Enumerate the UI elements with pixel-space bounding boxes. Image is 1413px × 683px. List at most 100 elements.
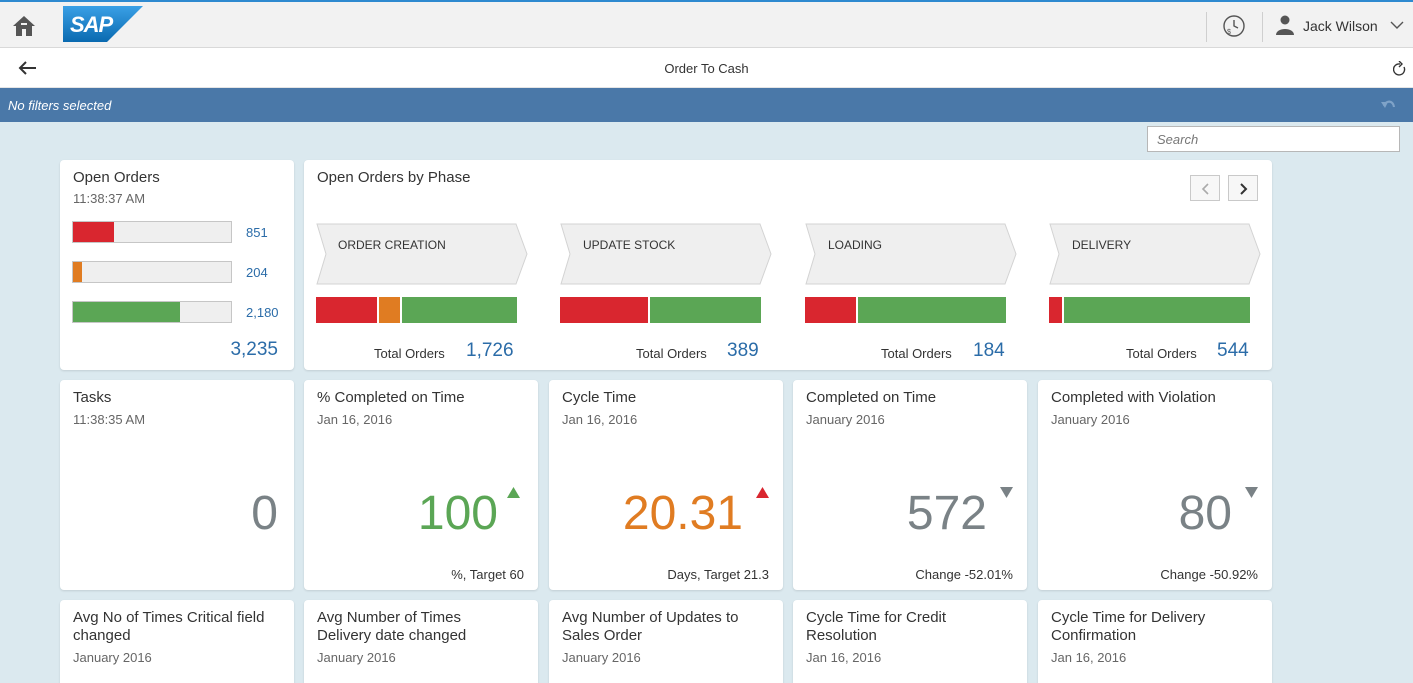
recent-activity-icon[interactable]: $ — [1222, 14, 1246, 38]
tile-title-line: Avg Number of Times — [317, 609, 461, 626]
phase-bar-segment — [1064, 297, 1250, 323]
svg-text:$: $ — [1227, 29, 1231, 36]
kpi-value: 80 — [1178, 487, 1232, 540]
phase-label: LOADING — [828, 238, 883, 252]
phase-chevron — [805, 223, 1017, 285]
divider — [1206, 12, 1207, 42]
tile-date: January 2016 — [562, 650, 641, 665]
tile-timestamp: 11:38:35 AM — [73, 412, 146, 427]
open-orders-tile[interactable]: Open Orders 11:38:37 AM 851 204 2,180 3,… — [60, 160, 294, 370]
filter-status: No filters selected — [8, 98, 112, 113]
next-button[interactable] — [1228, 175, 1258, 201]
refresh-icon[interactable] — [1393, 61, 1407, 77]
tile-title: Completed with Violation — [1051, 389, 1216, 406]
phase-total-value: 184 — [973, 340, 1005, 361]
phase-bar-segment — [1049, 297, 1062, 323]
phase-total-value: 389 — [727, 340, 759, 361]
phase-bar-segment — [560, 297, 648, 323]
phase-bar-segment — [805, 297, 856, 323]
chevron-left-icon — [1201, 183, 1209, 195]
kpi-tile[interactable]: Completed with Violation January 2016 80… — [1038, 380, 1272, 590]
tile-date: January 2016 — [317, 650, 396, 665]
trend-down-icon — [1000, 487, 1013, 498]
shell-bar: SAP $ Jack Wilson — [0, 0, 1413, 48]
kpi-footer: Days, Target 21.3 — [667, 567, 769, 582]
undo-icon[interactable] — [1380, 97, 1396, 111]
tile-title: Avg Number of Times Delivery date change… — [317, 609, 466, 645]
tile-date: January 2016 — [73, 650, 152, 665]
kpi-tile[interactable]: Cycle Time Jan 16, 2016 20.31 Days, Targ… — [549, 380, 783, 590]
kpi-value: 20.31 — [622, 487, 743, 540]
page-title: Order To Cash — [664, 61, 749, 76]
tile-date: Jan 16, 2016 — [317, 412, 393, 427]
tile-title-line: changed — [73, 627, 131, 644]
user-icon[interactable] — [1276, 15, 1294, 35]
kpi-tile[interactable]: Cycle Time for Credit Resolution Jan 16,… — [793, 600, 1027, 683]
tile-title-line: Confirmation — [1051, 627, 1137, 644]
phase-total-value: 544 — [1217, 340, 1249, 361]
kpi-tile[interactable]: Cycle Time for Delivery Confirmation Jan… — [1038, 600, 1272, 683]
kpi-tile[interactable]: Avg No of Times Critical field changed J… — [60, 600, 294, 683]
tile-title: Cycle Time for Delivery Confirmation — [1051, 609, 1205, 645]
phase-total-label: Total Orders — [374, 346, 445, 361]
chevron-down-icon[interactable] — [1390, 20, 1404, 30]
user-name[interactable]: Jack Wilson — [1303, 18, 1378, 34]
tile-title: Cycle Time for Credit Resolution — [806, 609, 946, 645]
phase-chevron — [316, 223, 528, 285]
bar-fill — [73, 222, 115, 242]
phase-chevron — [1049, 223, 1261, 285]
kpi-value: 100 — [417, 487, 498, 540]
phase-total-label: Total Orders — [636, 346, 707, 361]
tasks-count: 0 — [251, 487, 278, 540]
tile-date: Jan 16, 2016 — [806, 650, 882, 665]
tile-date: Jan 16, 2016 — [562, 412, 638, 427]
open-orders-bar — [72, 221, 232, 243]
phase-bar-segment — [402, 297, 517, 323]
phase-bar-segment — [650, 297, 761, 323]
kpi-footer: Change -52.01% — [915, 567, 1013, 582]
tile-title-line: Avg No of Times Critical field — [73, 609, 265, 626]
kpi-tile[interactable]: Avg Number of Updates to Sales Order Jan… — [549, 600, 783, 683]
trend-up-icon — [756, 487, 769, 498]
phase-bar-segment — [379, 297, 400, 323]
tile-title-line: Sales Order — [562, 627, 643, 644]
bar-value: 2,180 — [246, 305, 279, 320]
search-input[interactable] — [1147, 126, 1400, 152]
trend-up-icon — [507, 487, 520, 498]
tile-date: January 2016 — [806, 412, 885, 427]
bar-value: 204 — [246, 265, 268, 280]
tile-title: Tasks — [73, 389, 112, 406]
tile-title: Open Orders — [73, 169, 160, 186]
phase-bar-segment — [858, 297, 1006, 323]
sap-logo-text: SAP — [70, 12, 113, 37]
bar-value: 851 — [246, 225, 268, 240]
previous-button[interactable] — [1190, 175, 1220, 201]
tile-date: Jan 16, 2016 — [1051, 650, 1127, 665]
kpi-tile[interactable]: % Completed on Time Jan 16, 2016 100 %, … — [304, 380, 538, 590]
open-orders-by-phase-tile[interactable]: Open Orders by Phase ORDER CREATION Tota… — [304, 160, 1272, 370]
kpi-footer: Change -50.92% — [1160, 567, 1258, 582]
home-icon[interactable] — [12, 14, 36, 38]
tile-title-line: Avg Number of Updates to — [562, 609, 739, 626]
phase-label: DELIVERY — [1072, 238, 1132, 252]
tile-title: Cycle Time — [562, 389, 637, 406]
tile-title: Avg No of Times Critical field changed — [73, 609, 264, 645]
tasks-tile[interactable]: Tasks 11:38:35 AM 0 — [60, 380, 294, 590]
kpi-tile[interactable]: Avg Number of Times Delivery date change… — [304, 600, 538, 683]
tile-title: % Completed on Time — [317, 389, 465, 406]
sub-header: Order To Cash — [0, 48, 1413, 88]
trend-down-icon — [1245, 487, 1258, 498]
tile-title: Completed on Time — [806, 389, 937, 406]
phase-total-value: 1,726 — [466, 340, 514, 361]
tile-title-line: Cycle Time for Credit — [806, 609, 947, 626]
phase-total-label: Total Orders — [881, 346, 952, 361]
tile-date: January 2016 — [1051, 412, 1130, 427]
open-orders-total: 3,235 — [230, 339, 278, 360]
kpi-footer: %, Target 60 — [451, 567, 524, 582]
kpi-tile[interactable]: Completed on Time January 2016 572 Chang… — [793, 380, 1027, 590]
divider — [1262, 12, 1263, 42]
bar-fill — [73, 302, 181, 322]
tile-title: Avg Number of Updates to Sales Order — [562, 609, 738, 645]
tile-title-line: Resolution — [806, 627, 877, 644]
open-orders-bar — [72, 301, 232, 323]
